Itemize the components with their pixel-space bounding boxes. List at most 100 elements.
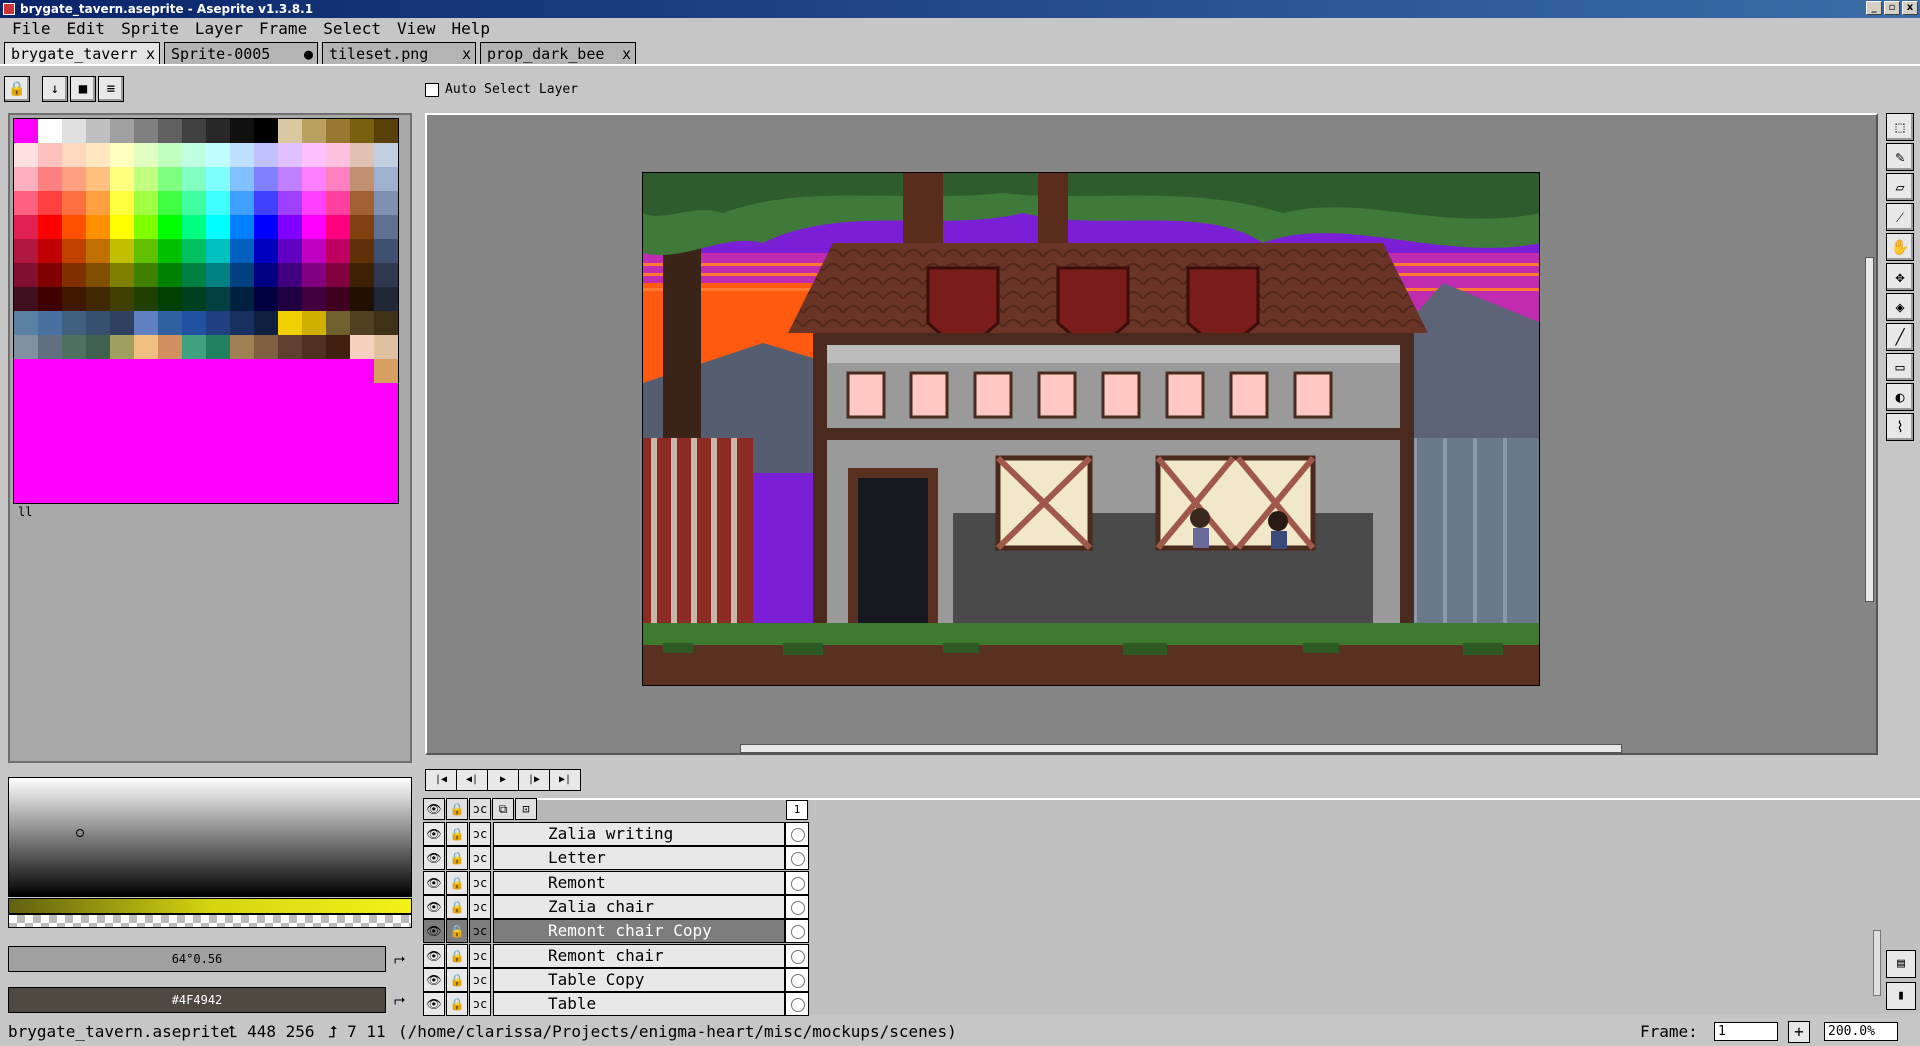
- eyedropper-icon[interactable]: ⁄: [1886, 203, 1914, 231]
- palette-swatch[interactable]: [254, 359, 278, 383]
- palette-swatch[interactable]: [206, 167, 230, 191]
- palette-swatch[interactable]: [110, 215, 134, 239]
- palette-swatch[interactable]: [182, 143, 206, 167]
- palette-swatch[interactable]: [86, 191, 110, 215]
- layer-row[interactable]: 👁 🔒 ɔc Zalia writing: [423, 822, 809, 846]
- palette-swatch[interactable]: [374, 143, 398, 167]
- palette-swatch[interactable]: [278, 119, 302, 143]
- eye-icon[interactable]: 👁: [423, 967, 445, 992]
- palette-swatch[interactable]: [326, 311, 350, 335]
- palette-swatch[interactable]: [86, 479, 110, 503]
- palette-swatch[interactable]: [326, 407, 350, 431]
- palette-swatch[interactable]: [350, 479, 374, 503]
- cel-keyframe[interactable]: [785, 822, 809, 846]
- palette-swatch[interactable]: [230, 119, 254, 143]
- palette-swatch[interactable]: [278, 431, 302, 455]
- palette-swatch[interactable]: [182, 335, 206, 359]
- palette-swatch[interactable]: [374, 287, 398, 311]
- play-button[interactable]: ▶: [487, 769, 519, 791]
- palette-swatch[interactable]: [350, 431, 374, 455]
- palette-swatch[interactable]: [302, 287, 326, 311]
- palette-swatch[interactable]: [302, 479, 326, 503]
- layer-name[interactable]: Zalia chair: [493, 894, 785, 919]
- palette-swatch[interactable]: [278, 455, 302, 479]
- palette-swatch[interactable]: [278, 359, 302, 383]
- palette-swatch[interactable]: [86, 287, 110, 311]
- cel-keyframe[interactable]: [785, 992, 809, 1017]
- palette-swatch[interactable]: [278, 191, 302, 215]
- palette-swatch[interactable]: [254, 143, 278, 167]
- palette-swatch[interactable]: [134, 263, 158, 287]
- palette-swatch[interactable]: [326, 263, 350, 287]
- palette-swatch[interactable]: [62, 479, 86, 503]
- tab-tileset[interactable]: tileset.png x: [322, 42, 476, 64]
- palette-swatch[interactable]: [374, 455, 398, 479]
- palette-swatch[interactable]: [206, 383, 230, 407]
- swap-colors-icon[interactable]: ⮣: [394, 992, 410, 1008]
- last-frame-button[interactable]: ▶|: [549, 769, 581, 791]
- palette-swatch[interactable]: [182, 167, 206, 191]
- palette-swatch[interactable]: [86, 335, 110, 359]
- eye-icon[interactable]: 👁: [423, 798, 445, 820]
- palette-swatch[interactable]: [254, 263, 278, 287]
- palette-swatch[interactable]: [254, 167, 278, 191]
- palette-swatch[interactable]: [62, 287, 86, 311]
- palette-swatch[interactable]: [38, 359, 62, 383]
- palette-swatch[interactable]: [278, 167, 302, 191]
- palette-swatch[interactable]: [350, 311, 374, 335]
- palette-swatch[interactable]: [158, 335, 182, 359]
- lock-icon[interactable]: 🔒: [4, 76, 30, 102]
- palette-swatch[interactable]: [86, 119, 110, 143]
- palette-swatch[interactable]: [302, 407, 326, 431]
- tab-prop-dark-bee[interactable]: prop_dark_bee x: [480, 42, 636, 64]
- palette-swatch[interactable]: [206, 431, 230, 455]
- palette-swatch[interactable]: [110, 119, 134, 143]
- palette-swatch[interactable]: [206, 263, 230, 287]
- palette-swatch[interactable]: [134, 119, 158, 143]
- palette-swatch[interactable]: [326, 239, 350, 263]
- palette-swatch[interactable]: [158, 191, 182, 215]
- lock-icon[interactable]: 🔒: [446, 870, 468, 895]
- palette-swatch[interactable]: [326, 359, 350, 383]
- layer-name[interactable]: Table: [493, 992, 785, 1017]
- palette-swatch[interactable]: [86, 407, 110, 431]
- tab-brygate-tavern[interactable]: brygate_taverr x: [4, 42, 160, 64]
- palette-swatch[interactable]: [230, 359, 254, 383]
- palette-swatch[interactable]: [110, 407, 134, 431]
- layer-name[interactable]: Remont chair: [493, 943, 785, 968]
- palette-swatch[interactable]: [254, 455, 278, 479]
- palette-swatch[interactable]: [302, 335, 326, 359]
- paint-bucket-icon[interactable]: ◈: [1886, 293, 1914, 321]
- palette-swatch[interactable]: [230, 167, 254, 191]
- palette-swatch[interactable]: [110, 455, 134, 479]
- palette-swatch[interactable]: [86, 383, 110, 407]
- palette-swatch[interactable]: [278, 311, 302, 335]
- palette-swatch[interactable]: [350, 455, 374, 479]
- onion-skin-icon[interactable]: ⊡: [515, 798, 537, 820]
- timeline-frames-area[interactable]: [810, 800, 1920, 1014]
- layer-name[interactable]: Letter: [493, 846, 785, 871]
- close-button[interactable]: x: [1902, 1, 1918, 15]
- palette-swatch[interactable]: [374, 359, 398, 383]
- palette-swatch[interactable]: [302, 383, 326, 407]
- palette-swatch[interactable]: [254, 431, 278, 455]
- palette-swatch[interactable]: [206, 311, 230, 335]
- tab-sprite-0005[interactable]: Sprite-0005 ●: [164, 42, 318, 64]
- palette-swatch[interactable]: [62, 431, 86, 455]
- lock-icon[interactable]: 🔒: [446, 798, 468, 820]
- palette-swatch[interactable]: [158, 479, 182, 503]
- palette-swatch[interactable]: [158, 455, 182, 479]
- lock-icon[interactable]: 🔒: [446, 992, 468, 1017]
- palette-swatch[interactable]: [278, 407, 302, 431]
- stop-icon[interactable]: ■: [70, 76, 96, 102]
- palette-swatch[interactable]: [158, 359, 182, 383]
- palette-swatch[interactable]: [62, 215, 86, 239]
- link-icon[interactable]: ⧉: [492, 798, 514, 820]
- palette-swatch[interactable]: [254, 287, 278, 311]
- palette-swatch[interactable]: [278, 239, 302, 263]
- palette-swatch[interactable]: [134, 287, 158, 311]
- palette-swatch[interactable]: [182, 311, 206, 335]
- palette-swatch[interactable]: [374, 215, 398, 239]
- palette-swatch[interactable]: [374, 167, 398, 191]
- palette-swatch[interactable]: [134, 239, 158, 263]
